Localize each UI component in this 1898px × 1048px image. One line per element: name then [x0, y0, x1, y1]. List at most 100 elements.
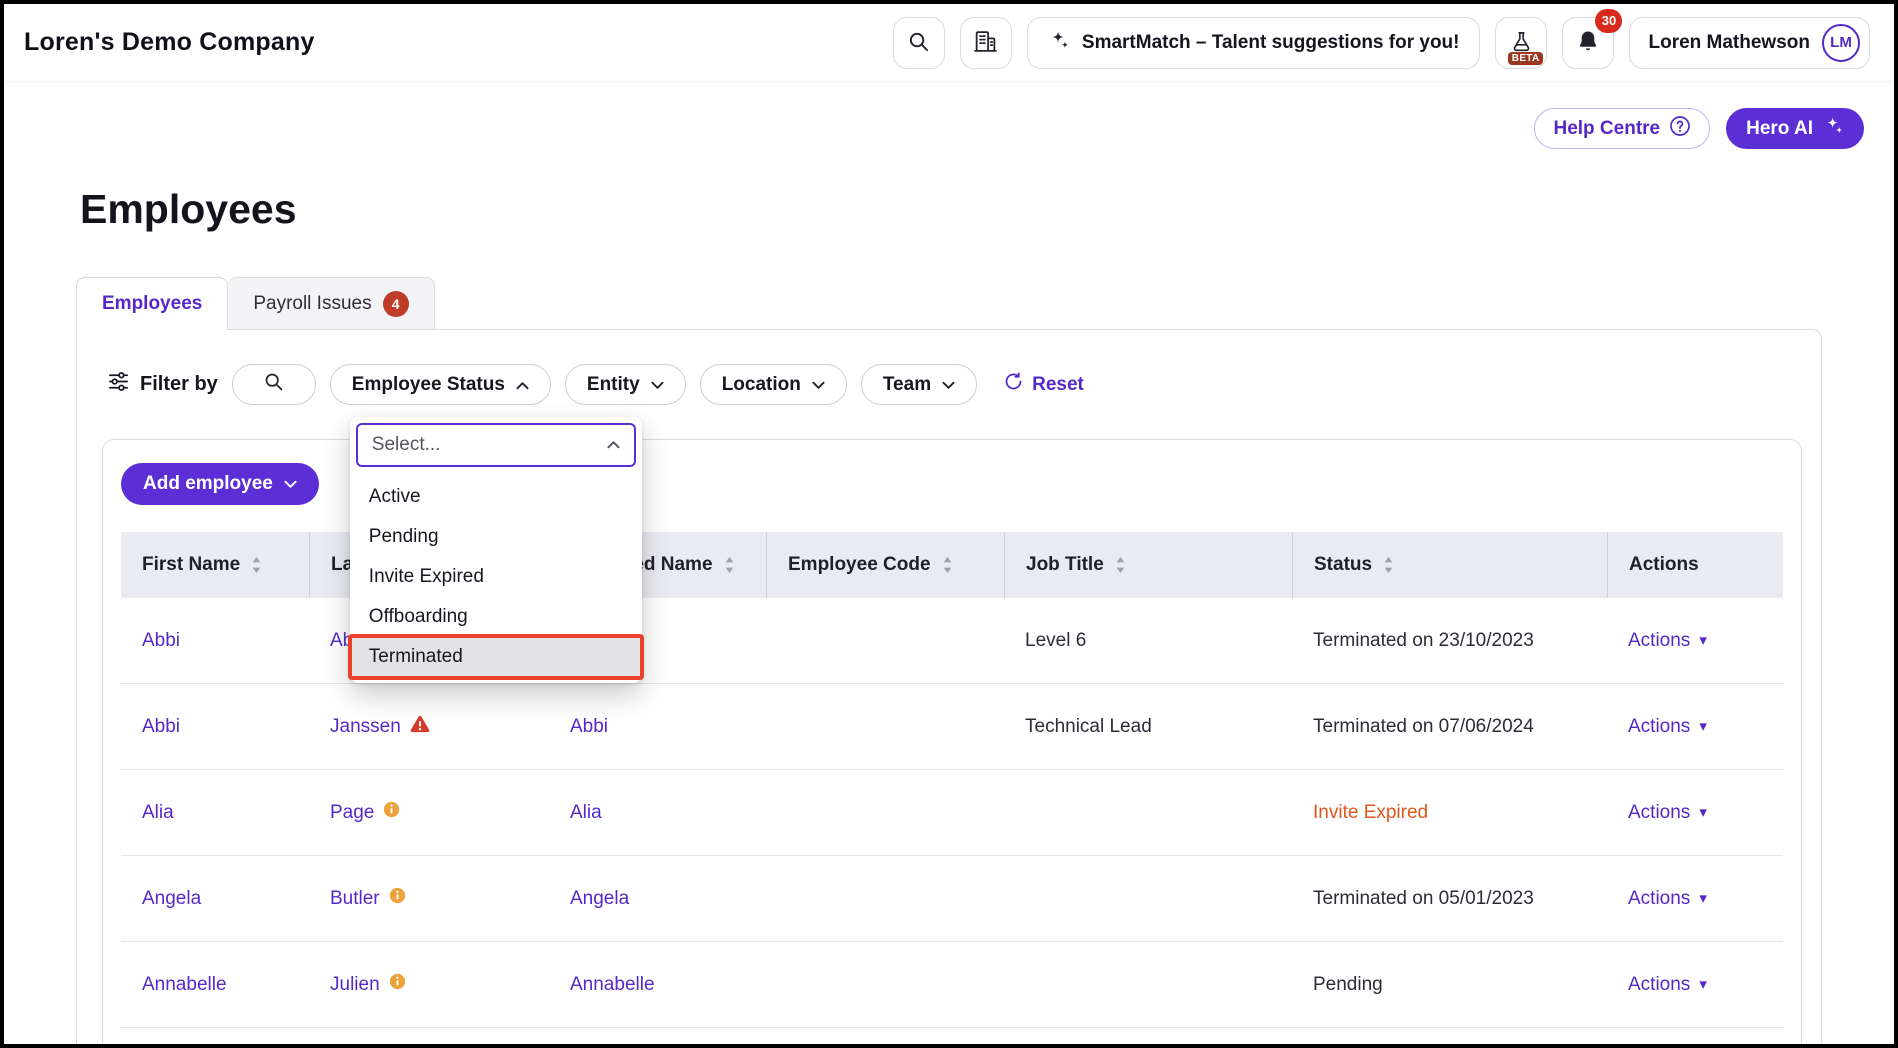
filled-caret-down-icon: ▾ — [1699, 633, 1707, 648]
status-select-box — [356, 423, 636, 467]
employee-last-name-link[interactable]: Janssen — [330, 716, 401, 738]
employee-first-name-link[interactable]: Abbi — [142, 630, 180, 652]
search-icon — [907, 30, 930, 56]
hero-ai-label: Hero AI — [1746, 118, 1813, 140]
column-header-actions: Actions — [1607, 532, 1783, 598]
sort-icon[interactable] — [724, 556, 735, 574]
sparkle-icon — [1048, 29, 1070, 57]
location-filter-label: Location — [722, 374, 801, 396]
employee-preferred-name-link[interactable]: Alia — [570, 802, 602, 824]
employee-preferred-name-link[interactable]: Angela — [570, 888, 629, 910]
reset-label: Reset — [1032, 374, 1084, 396]
info-icon[interactable] — [383, 801, 400, 824]
sort-icon[interactable] — [1383, 556, 1394, 574]
filter-icon — [107, 370, 130, 399]
job-title-value: Technical Lead — [1025, 716, 1152, 738]
row-actions-button[interactable]: Actions ▾ — [1628, 716, 1707, 738]
info-icon[interactable] — [389, 887, 406, 910]
page-title: Employees — [80, 185, 1894, 233]
reset-filters-button[interactable]: Reset — [1003, 371, 1084, 398]
organisation-button[interactable] — [960, 17, 1012, 69]
row-actions-button[interactable]: Actions▾ — [1628, 888, 1707, 910]
beta-badge: BETA — [1508, 52, 1544, 65]
status-option-invite-expired[interactable]: Invite Expired — [350, 557, 642, 597]
column-label: First Name — [142, 554, 240, 576]
labs-button[interactable]: BETA — [1495, 17, 1547, 69]
company-name: Loren's Demo Company — [24, 28, 315, 57]
chevron-up-icon[interactable] — [607, 436, 620, 454]
help-centre-label: Help Centre — [1553, 118, 1660, 140]
status-option-active[interactable]: Active — [350, 477, 642, 517]
status-value: Pending — [1313, 974, 1383, 996]
add-employee-button[interactable]: Add employee — [121, 463, 319, 505]
sort-icon[interactable] — [942, 556, 953, 574]
row-actions-button[interactable]: Actions▾ — [1628, 630, 1707, 652]
tab-bar: Employees Payroll Issues 4 — [76, 277, 1894, 329]
topbar-actions: SmartMatch – Talent suggestions for you!… — [893, 17, 1870, 69]
warning-icon[interactable] — [410, 715, 430, 739]
employee-last-name-link[interactable]: Butler — [330, 888, 380, 910]
info-icon[interactable] — [389, 973, 406, 996]
actions-label: Actions — [1628, 974, 1690, 996]
status-options-list: Active Pending Invite Expired Offboardin… — [350, 477, 642, 677]
chevron-up-icon — [516, 374, 529, 396]
team-filter-label: Team — [883, 374, 931, 396]
search-button[interactable] — [893, 17, 945, 69]
column-header-first-name[interactable]: First Name — [121, 532, 309, 598]
employee-first-name-link[interactable]: Angela — [142, 888, 201, 910]
employee-status-filter-wrapper: Employee Status Active Pen — [330, 364, 551, 405]
employee-preferred-name-link[interactable]: Annabelle — [570, 974, 655, 996]
column-label: Employee Code — [788, 554, 931, 576]
filled-caret-down-icon: ▾ — [1699, 977, 1707, 992]
search-icon — [263, 371, 284, 398]
tab-payroll-issues-label: Payroll Issues — [253, 293, 371, 315]
row-actions-button[interactable]: Actions ▾ — [1628, 974, 1707, 996]
status-option-terminated-label: Terminated — [369, 646, 463, 668]
table-row: Alia Page Alia Invite Expired Actions▾ — [121, 770, 1783, 856]
chevron-down-icon — [812, 374, 825, 396]
entity-filter[interactable]: Entity — [565, 364, 686, 405]
sort-icon[interactable] — [1115, 556, 1126, 574]
employee-status-filter[interactable]: Employee Status — [330, 364, 551, 405]
smartmatch-button[interactable]: SmartMatch – Talent suggestions for you! — [1027, 17, 1481, 69]
notification-count-badge: 30 — [1595, 9, 1622, 33]
filled-caret-down-icon: ▾ — [1699, 719, 1707, 734]
search-filter-button[interactable] — [232, 364, 316, 405]
employee-status-filter-label: Employee Status — [352, 374, 505, 396]
employee-first-name-link[interactable]: Annabelle — [142, 974, 227, 996]
employee-last-name-link[interactable]: Page — [330, 802, 374, 824]
avatar: LM — [1822, 24, 1860, 62]
status-select-input[interactable] — [372, 434, 599, 456]
actions-label: Actions — [1628, 716, 1690, 738]
header-actions-row: Help Centre Hero AI — [4, 108, 1864, 149]
bell-icon — [1576, 29, 1600, 56]
column-header-status[interactable]: Status — [1292, 532, 1607, 598]
row-actions-button[interactable]: Actions▾ — [1628, 802, 1707, 824]
employee-last-name-link[interactable]: Julien — [330, 974, 380, 996]
smartmatch-label: SmartMatch – Talent suggestions for you! — [1082, 32, 1460, 54]
hero-ai-button[interactable]: Hero AI — [1726, 108, 1864, 149]
reset-icon — [1003, 371, 1024, 398]
column-header-employee-code[interactable]: Employee Code — [766, 532, 1004, 598]
status-option-pending[interactable]: Pending — [350, 517, 642, 557]
status-option-terminated[interactable]: Terminated — [350, 637, 642, 677]
tab-employees-label: Employees — [102, 293, 202, 315]
chevron-down-icon — [651, 374, 664, 396]
sort-icon[interactable] — [251, 556, 262, 574]
table-row: Angela Butler Angela Terminated on 05/01… — [121, 856, 1783, 942]
help-centre-button[interactable]: Help Centre — [1534, 108, 1710, 149]
notifications-button[interactable]: 30 — [1562, 17, 1614, 69]
user-menu-button[interactable]: Loren Mathewson LM — [1629, 17, 1870, 69]
column-header-job-title[interactable]: Job Title — [1004, 532, 1292, 598]
employee-first-name-link[interactable]: Abbi — [142, 716, 180, 738]
payroll-issues-badge: 4 — [383, 291, 409, 317]
status-option-offboarding[interactable]: Offboarding — [350, 597, 642, 637]
employee-preferred-name-link[interactable]: Abbi — [570, 716, 608, 738]
employee-first-name-link[interactable]: Alia — [142, 802, 174, 824]
status-value: Terminated on 23/10/2023 — [1313, 630, 1534, 652]
tab-payroll-issues[interactable]: Payroll Issues 4 — [228, 277, 434, 330]
team-filter[interactable]: Team — [861, 364, 977, 405]
job-title-value: Level 6 — [1025, 630, 1086, 652]
location-filter[interactable]: Location — [700, 364, 847, 405]
tab-employees[interactable]: Employees — [76, 277, 228, 330]
